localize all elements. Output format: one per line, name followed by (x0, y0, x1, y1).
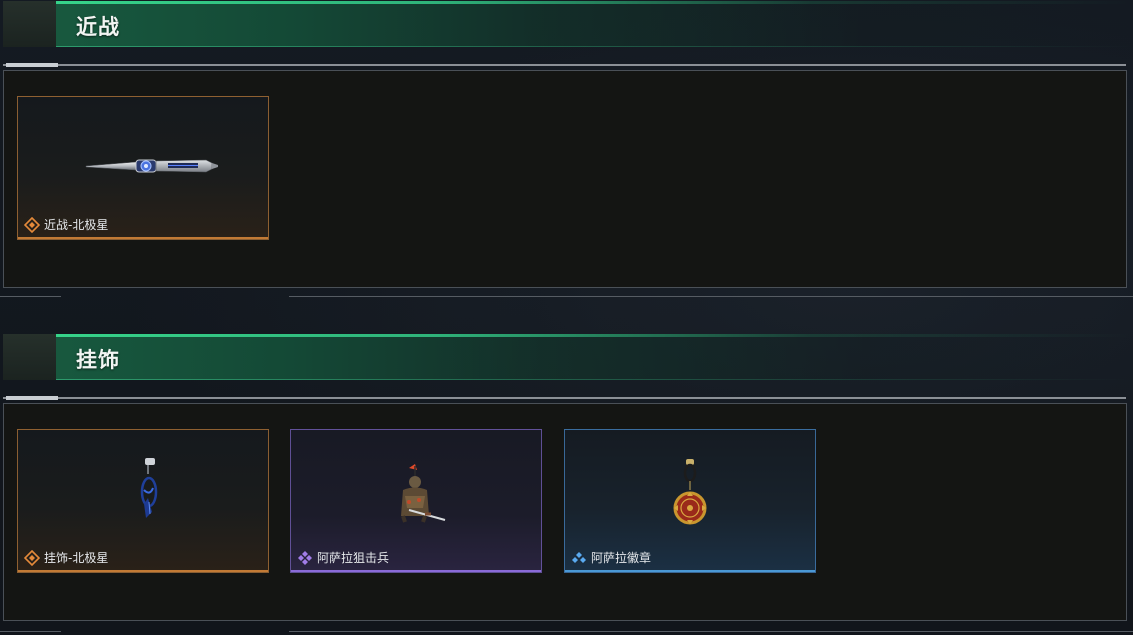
section-divider (3, 396, 1126, 400)
section-charms: 挂饰 挂饰-北极星 阿萨拉狙击兵 阿萨拉徽章 (0, 333, 1133, 635)
section-header: 挂饰 (0, 334, 1133, 380)
section-title: 近战 (76, 15, 120, 39)
item-label: 阿萨拉狙击兵 (297, 549, 389, 566)
inventory-page: 近战 近战-北极星 挂饰 挂饰-北极星 阿萨拉狙击兵 阿萨拉徽章 (0, 0, 1133, 635)
item-name: 近战-北极星 (44, 218, 109, 232)
header-bar (56, 334, 1133, 380)
blue-diamond-icon (572, 551, 586, 563)
item-card[interactable]: 阿萨拉徽章 (564, 429, 816, 573)
item-name: 阿萨拉徽章 (591, 551, 652, 565)
footer-line-right (289, 631, 1133, 632)
item-card[interactable]: 近战-北极星 (17, 96, 269, 240)
header-tab-block (3, 334, 56, 380)
footer-line-left (0, 296, 61, 297)
item-name: 阿萨拉狙击兵 (317, 551, 390, 565)
item-card[interactable]: 阿萨拉狙击兵 (290, 429, 542, 573)
rarity-bar (18, 237, 268, 239)
medal-image (673, 459, 707, 525)
orange-diamond-icon (24, 216, 40, 233)
rarity-bar (565, 570, 815, 572)
items-panel: 挂饰-北极星 阿萨拉狙击兵 阿萨拉徽章 (3, 403, 1127, 621)
section-title: 挂饰 (76, 348, 120, 372)
divider-accent (6, 396, 58, 400)
item-label: 挂饰-北极星 (24, 549, 108, 566)
section-melee: 近战 近战-北极星 (0, 0, 1133, 300)
blue-charm-image (140, 458, 158, 518)
item-label: 近战-北极星 (24, 216, 108, 233)
item-label: 阿萨拉徽章 (571, 549, 651, 566)
header-bar (56, 1, 1133, 47)
divider-accent (6, 63, 58, 67)
section-divider (3, 63, 1126, 67)
rarity-bar (291, 570, 541, 572)
section-header: 近战 (0, 1, 1133, 47)
item-card[interactable]: 挂饰-北极星 (17, 429, 269, 573)
footer-line-left (0, 631, 61, 632)
items-panel: 近战-北极星 (3, 70, 1127, 288)
knife-image (85, 159, 218, 173)
orange-diamond-icon (24, 549, 40, 566)
purple-diamond-icon (298, 550, 312, 565)
rarity-bar (18, 570, 268, 572)
header-tab-block (3, 1, 56, 47)
item-name: 挂饰-北极星 (44, 551, 109, 565)
sniper-figure-image (401, 464, 446, 523)
footer-line-right (289, 296, 1133, 297)
